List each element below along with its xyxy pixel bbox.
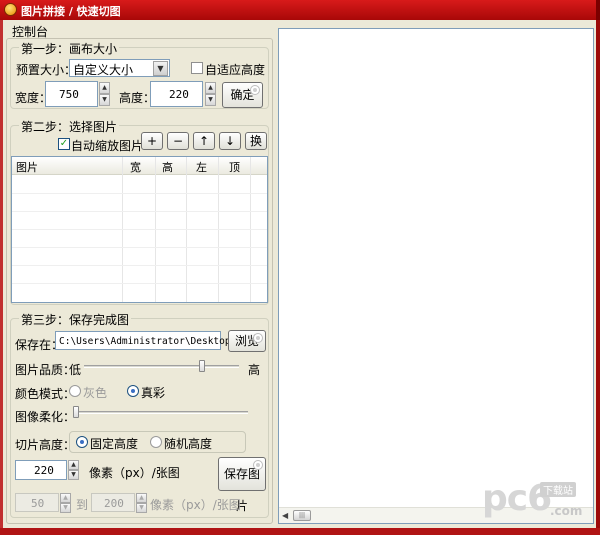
gear-decoration-icon [253, 460, 263, 470]
scrollbar-thumb[interactable]: ||| [293, 510, 311, 521]
height-value: 220 [169, 88, 189, 101]
plus-icon: + [146, 134, 158, 148]
preset-label: 预置大小： [16, 63, 77, 77]
gear-decoration-icon [250, 85, 260, 95]
soften-slider-thumb[interactable] [73, 406, 79, 418]
random-max-value: 200 [104, 497, 124, 510]
random-min-down-arrow-icon[interactable]: ▼ [60, 503, 71, 513]
chevron-down-icon[interactable]: ▼ [153, 61, 168, 76]
random-max-input[interactable]: 200 [91, 493, 135, 512]
random-unit-label: 像素（px）/张图 [150, 498, 241, 512]
swap-button[interactable]: 换 [245, 132, 267, 150]
fixed-down-arrow-icon[interactable]: ▼ [68, 470, 79, 480]
move-down-button[interactable]: ↓ [219, 132, 241, 150]
image-list[interactable]: 图片 宽 高 左 顶 [11, 156, 268, 303]
quality-slider-thumb[interactable] [198, 360, 205, 372]
arrow-down-icon: ↓ [224, 134, 236, 148]
random-min-up-arrow-icon[interactable]: ▲ [60, 493, 71, 503]
col-left[interactable]: 左 [196, 159, 207, 175]
preset-value: 自定义大小 [73, 63, 134, 77]
slice-height-label: 切片高度： [15, 438, 76, 452]
fixed-unit-label: 像素（px）/张图 [89, 466, 180, 480]
width-down-arrow-icon[interactable]: ▼ [99, 94, 110, 106]
col-top[interactable]: 顶 [229, 159, 240, 175]
preview-canvas[interactable]: ◀ ||| [278, 28, 594, 524]
step2-title: 第二步：选择图片 [19, 118, 120, 135]
height-up-arrow-icon[interactable]: ▲ [205, 82, 216, 94]
color-true-radio[interactable] [127, 385, 139, 397]
color-true-label: 真彩 [141, 386, 166, 400]
pc6-watermark: pc6 下载站 .com [482, 478, 590, 526]
height-down-arrow-icon[interactable]: ▼ [205, 94, 216, 106]
slice-fixed-radio[interactable] [76, 436, 88, 448]
save-path-input[interactable]: C:\Users\Administrator\Desktop [55, 331, 231, 350]
preset-select[interactable]: 自定义大小 ▼ [69, 59, 170, 77]
browse-button[interactable]: 浏览 [228, 330, 266, 352]
slice-fixed-label: 固定高度 [90, 437, 139, 451]
remove-image-button[interactable]: − [167, 132, 189, 150]
watermark-tag: 下载站 [540, 482, 576, 497]
col-width[interactable]: 宽 [130, 159, 141, 175]
window-title: 图片拼接 / 快速切图 [21, 5, 121, 18]
random-min-value: 50 [31, 497, 45, 510]
step3-title: 第三步：保存完成图 [19, 311, 132, 328]
auto-height-label: 自适应高度 [205, 63, 266, 77]
step1-title: 第一步：画布大小 [19, 40, 120, 57]
height-input[interactable]: 220 [150, 81, 203, 107]
col-height[interactable]: 高 [162, 159, 173, 175]
random-to-label: 到 [76, 498, 89, 512]
color-gray-radio[interactable] [69, 385, 81, 397]
col-image[interactable]: 图片 [16, 159, 38, 175]
fixed-up-arrow-icon[interactable]: ▲ [68, 460, 79, 470]
move-up-button[interactable]: ↑ [193, 132, 215, 150]
random-max-down-arrow-icon[interactable]: ▼ [136, 503, 147, 513]
color-gray-label: 灰色 [83, 386, 108, 400]
slice-random-label: 随机高度 [164, 437, 213, 451]
width-input[interactable]: 750 [45, 81, 98, 107]
arrow-up-icon: ↑ [198, 134, 210, 148]
confirm-button[interactable]: 确定 [222, 82, 263, 108]
quality-high-label: 高 [248, 363, 261, 377]
add-image-button[interactable]: + [141, 132, 163, 150]
quality-slider-track[interactable] [84, 365, 239, 368]
quality-low-label: 低 [69, 363, 82, 377]
save-path-value: C:\Users\Administrator\Desktop [59, 336, 231, 347]
watermark-domain: .com [550, 504, 583, 518]
width-value: 750 [59, 88, 79, 101]
width-up-arrow-icon[interactable]: ▲ [99, 82, 110, 94]
scroll-left-icon[interactable]: ◀ [282, 511, 288, 520]
soften-label: 图像柔化： [15, 410, 76, 424]
auto-scale-label: 自动缩放图片 [71, 139, 144, 153]
fixed-height-value: 220 [34, 464, 54, 477]
image-list-header: 图片 宽 高 左 顶 [12, 157, 267, 175]
title-bar: 图片拼接 / 快速切图 [0, 0, 600, 20]
quality-label: 图片品质： [15, 363, 76, 377]
minus-icon: − [172, 134, 184, 148]
random-min-input[interactable]: 50 [15, 493, 59, 512]
random-max-up-arrow-icon[interactable]: ▲ [136, 493, 147, 503]
slice-mode-group: 固定高度 随机高度 [69, 431, 246, 453]
color-mode-label: 颜色模式： [15, 387, 76, 401]
gear-decoration-icon [253, 333, 263, 343]
save-image-button[interactable]: 保存图片 [218, 457, 266, 513]
slice-random-radio[interactable] [150, 436, 162, 448]
fixed-height-input[interactable]: 220 [15, 460, 67, 480]
control-panel: 第一步：画布大小 预置大小： 自定义大小 ▼ 自适应高度 宽度： 750 ▲ ▼… [6, 38, 273, 524]
soften-slider-track[interactable] [73, 411, 248, 414]
auto-scale-checkbox[interactable]: ✓ [58, 138, 70, 150]
auto-height-checkbox[interactable] [191, 62, 203, 74]
app-icon [4, 3, 17, 16]
